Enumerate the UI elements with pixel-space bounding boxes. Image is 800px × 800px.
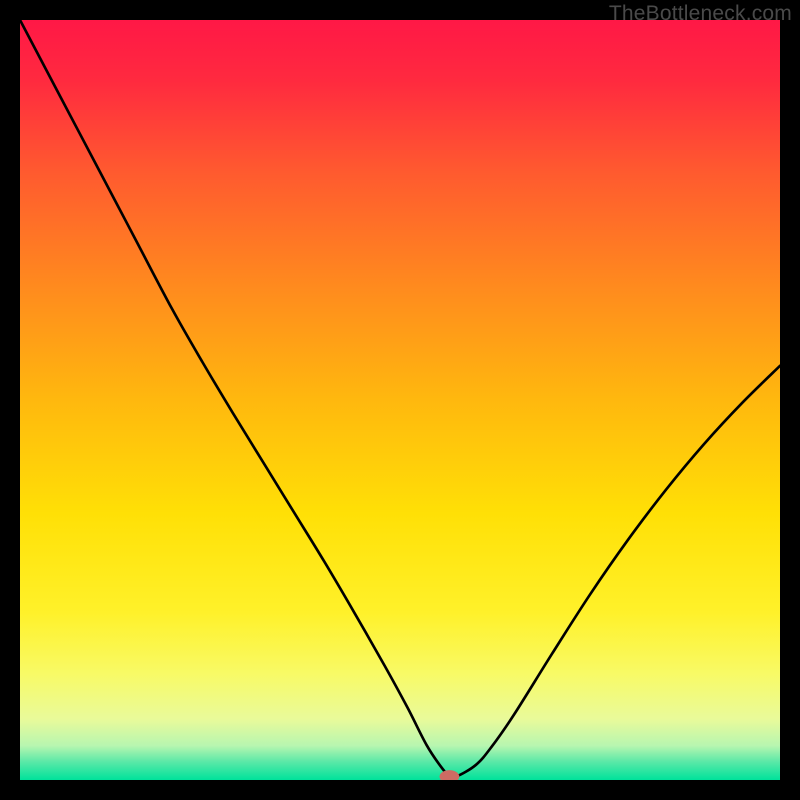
watermark-text: TheBottleneck.com	[609, 2, 792, 26]
chart-svg	[20, 20, 780, 780]
gradient-background	[20, 20, 780, 780]
chart-frame: TheBottleneck.com	[0, 0, 800, 800]
chart-plot-area	[20, 20, 780, 780]
